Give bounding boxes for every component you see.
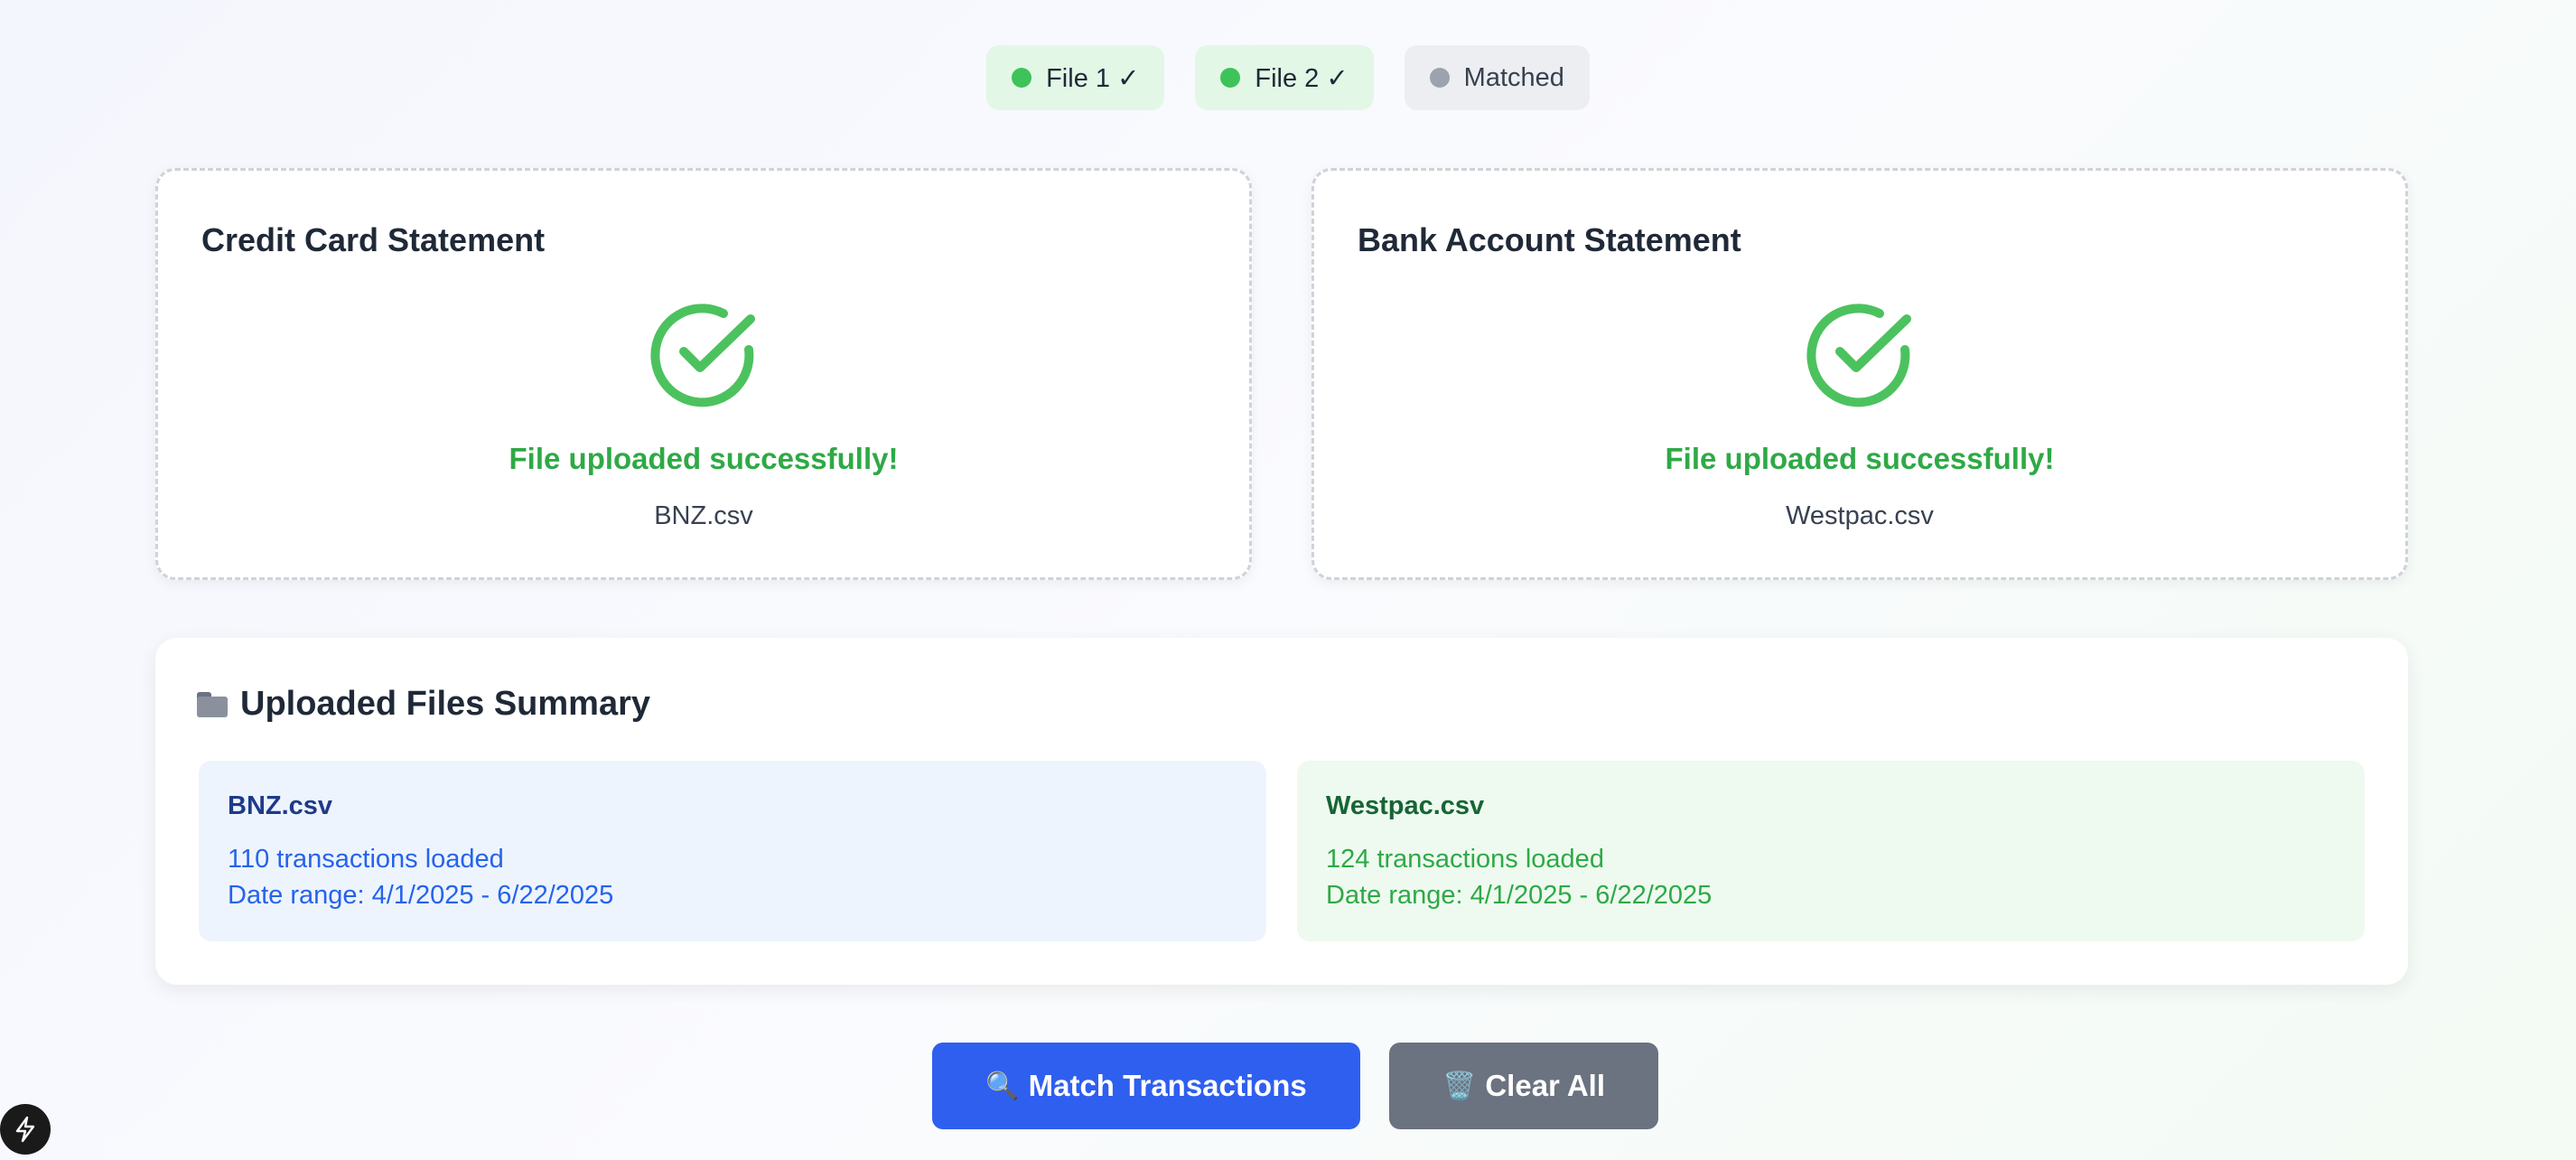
button-label: Clear All bbox=[1485, 1069, 1606, 1102]
card-title: Credit Card Statement bbox=[201, 221, 546, 258]
match-transactions-button[interactable]: 🔍 Match Transactions bbox=[932, 1043, 1360, 1129]
summary-file-name: BNZ.csv bbox=[228, 791, 333, 820]
check-circle-icon bbox=[1806, 304, 1911, 407]
action-buttons: 🔍 Match Transactions 🗑️ Clear All bbox=[0, 1043, 2576, 1129]
step-label: File 2 ✓ bbox=[1255, 63, 1349, 93]
upload-success-message: File uploaded successfully! bbox=[1665, 442, 2055, 475]
file-summary-card: BNZ.csv 110 transactions loaded Date ran… bbox=[199, 761, 1266, 941]
trash-icon: 🗑️ bbox=[1442, 1071, 1477, 1101]
status-dot bbox=[1429, 68, 1450, 88]
step-label: Matched bbox=[1463, 62, 1564, 92]
file-summary-card: Westpac.csv 124 transactions loaded Date… bbox=[1297, 761, 2365, 941]
folder-icon bbox=[197, 691, 229, 717]
progress-steps: File 1 ✓ File 2 ✓ Matched bbox=[0, 45, 2576, 110]
magnifier-icon: 🔍 bbox=[985, 1071, 1020, 1101]
step-matched: Matched bbox=[1404, 45, 1590, 110]
uploaded-files-summary: Uploaded Files Summary BNZ.csv 110 trans… bbox=[155, 638, 2408, 985]
clear-all-button[interactable]: 🗑️ Clear All bbox=[1389, 1043, 1658, 1129]
upload-success-message: File uploaded successfully! bbox=[509, 442, 899, 475]
summary-file-name: Westpac.csv bbox=[1326, 791, 1485, 820]
uploaded-file-name: BNZ.csv bbox=[654, 501, 753, 530]
bank-account-upload-zone[interactable]: Bank Account Statement File uploaded suc… bbox=[1311, 168, 2408, 580]
status-dot bbox=[1012, 68, 1032, 88]
date-range: Date range: 4/1/2025 - 6/22/2025 bbox=[1326, 881, 1713, 910]
credit-card-upload-zone[interactable]: Credit Card Statement File uploaded succ… bbox=[155, 168, 1252, 580]
transaction-count: 124 transactions loaded bbox=[1326, 845, 1604, 874]
transaction-count: 110 transactions loaded bbox=[228, 845, 504, 874]
step-file-1: File 1 ✓ bbox=[986, 45, 1165, 110]
step-label: File 1 ✓ bbox=[1046, 63, 1140, 93]
status-dot bbox=[1220, 68, 1241, 88]
card-title: Bank Account Statement bbox=[1358, 221, 1741, 258]
date-range: Date range: 4/1/2025 - 6/22/2025 bbox=[228, 881, 614, 910]
step-file-2: File 2 ✓ bbox=[1195, 45, 1374, 110]
lightning-icon bbox=[15, 1116, 35, 1143]
summary-title: Uploaded Files Summary bbox=[240, 685, 651, 723]
button-label: Match Transactions bbox=[1028, 1069, 1307, 1102]
dev-tools-badge[interactable] bbox=[0, 1104, 51, 1155]
summary-heading: Uploaded Files Summary bbox=[197, 685, 650, 724]
uploaded-file-name: Westpac.csv bbox=[1786, 501, 1934, 530]
check-circle-icon bbox=[650, 304, 755, 407]
